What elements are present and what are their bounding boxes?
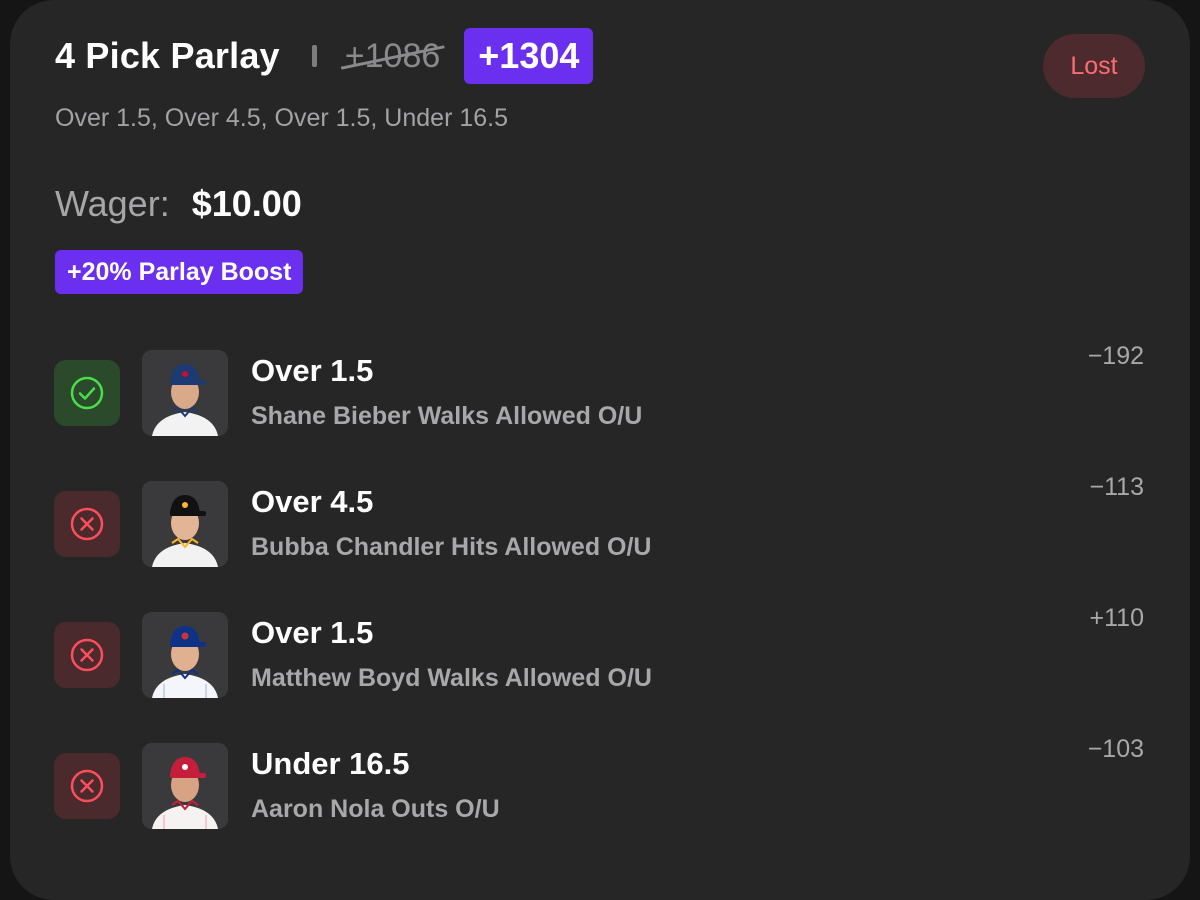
- pick-line: Over 1.5: [251, 615, 374, 650]
- wager-label: Wager:: [55, 183, 170, 224]
- player-avatar: [142, 743, 228, 829]
- header-divider: [311, 45, 317, 67]
- pick-market: Matthew Boyd Walks Allowed O/U: [251, 664, 652, 692]
- pick-market: Bubba Chandler Hits Allowed O/U: [251, 533, 652, 561]
- player-headshot-icon: [142, 350, 228, 436]
- x-circle-icon: [70, 769, 104, 803]
- parlay-boost-badge: +20% Parlay Boost: [55, 250, 304, 294]
- x-circle-icon: [70, 507, 104, 541]
- pick-line: Under 16.5: [251, 746, 410, 781]
- player-headshot-icon: [142, 743, 228, 829]
- picks-summary: Over 1.5, Over 4.5, Over 1.5, Under 16.5: [55, 104, 508, 132]
- pick-odds: −103: [1087, 735, 1144, 763]
- result-indicator: [54, 360, 120, 426]
- pick-row[interactable]: Under 16.5 Aaron Nola Outs O/U −103: [10, 735, 1190, 843]
- status-badge: Lost: [1043, 34, 1145, 98]
- player-headshot-icon: [142, 481, 228, 567]
- player-avatar: [142, 612, 228, 698]
- result-indicator: [54, 491, 120, 557]
- player-avatar: [142, 481, 228, 567]
- check-circle-icon: [70, 376, 104, 410]
- pick-odds: −192: [1087, 342, 1144, 370]
- pick-market: Shane Bieber Walks Allowed O/U: [251, 402, 643, 430]
- pick-odds: −113: [1089, 473, 1144, 501]
- pick-line: Over 1.5: [251, 353, 374, 388]
- pick-line: Over 4.5: [251, 484, 374, 519]
- result-indicator: [54, 622, 120, 688]
- strikethrough-icon: [340, 44, 445, 70]
- pick-odds: +110: [1089, 604, 1144, 632]
- original-odds: +1086: [340, 37, 445, 76]
- pick-row[interactable]: Over 4.5 Bubba Chandler Hits Allowed O/U…: [10, 473, 1190, 581]
- boosted-odds: +1304: [464, 28, 594, 84]
- wager-row: Wager: $10.00: [55, 183, 302, 225]
- result-indicator: [54, 753, 120, 819]
- pick-market: Aaron Nola Outs O/U: [251, 795, 500, 823]
- player-avatar: [142, 350, 228, 436]
- x-circle-icon: [70, 638, 104, 672]
- pick-row[interactable]: Over 1.5 Matthew Boyd Walks Allowed O/U …: [10, 604, 1190, 712]
- parlay-card[interactable]: 4 Pick Parlay +1086 +1304 Lost Over 1.5,…: [10, 0, 1190, 900]
- parlay-header: 4 Pick Parlay +1086 +1304: [55, 28, 594, 84]
- player-headshot-icon: [142, 612, 228, 698]
- pick-row[interactable]: Over 1.5 Shane Bieber Walks Allowed O/U …: [10, 342, 1190, 450]
- parlay-title: 4 Pick Parlay: [55, 35, 280, 76]
- wager-amount: $10.00: [191, 183, 302, 224]
